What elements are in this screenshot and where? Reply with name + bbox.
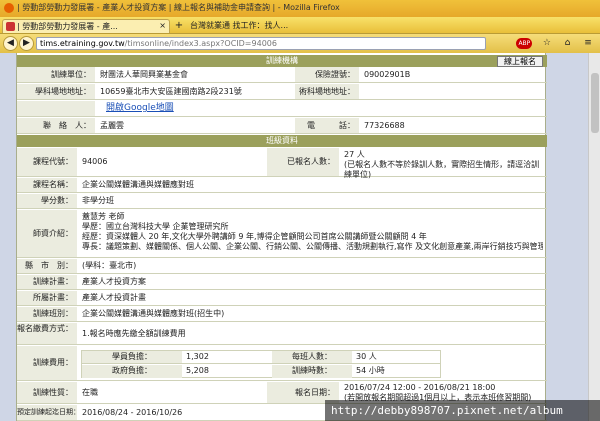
forward-button[interactable]: ▶ xyxy=(19,36,34,51)
teacher-specialty: 專長：議題策劃、媒體關係、個人公關、企業公關、行銷公關、公關傳播、活動規劃執行,… xyxy=(82,242,543,251)
unit-value: 財團法人華岡興業基金會 xyxy=(100,70,188,79)
row-class: 訓練班別： 企業公關媒體溝通與媒體應對班(招生中) xyxy=(17,307,547,322)
unit-label: 訓練單位： xyxy=(17,67,95,82)
hours-value: 54 小時 xyxy=(356,366,385,375)
teacher-label: 師資介紹： xyxy=(17,210,77,257)
row-unit: 訓練單位： 財團法人華岡興業基金會 保險證號： 09002901B xyxy=(17,67,547,83)
nature-label: 訓練性質： xyxy=(17,382,77,403)
payment-label: 報名繳費方式： xyxy=(17,323,77,344)
course-detail-panel: 訓練機構 線上報名 訓練單位： 財團法人華岡興業基金會 保險證號： 090029… xyxy=(16,53,547,421)
firefox-icon xyxy=(4,2,14,13)
row-course-name: 課程名稱： 企業公關媒體溝通與媒體應對班 xyxy=(17,178,547,193)
enrolled-label: 已報名人數： xyxy=(267,148,339,176)
adblock-icon[interactable]: ABP xyxy=(516,38,533,49)
course-code-value: 94006 xyxy=(82,157,108,166)
class-value: 企業公關媒體溝通與媒體應對班(招生中) xyxy=(82,309,225,318)
online-signup-button[interactable]: 線上報名 xyxy=(497,56,543,67)
window-titlebar: | 勞動部勞動力發展署 - 產業人才投資方案 | 線上報名與補助金申請查詢 | … xyxy=(0,0,600,17)
home-icon[interactable]: ⌂ xyxy=(561,38,573,49)
sub-plan-label: 所屬計畫： xyxy=(17,291,77,305)
period-value: 2016/08/24 - 2016/10/26 xyxy=(82,408,183,417)
teacher-education: 學歷：國立台灣科技大學 企業管理研究所 xyxy=(82,222,229,231)
teacher-experience: 經歷：資深媒體人 20 年,文化大學外聘講師 9 年,博得企管顧問公司首席公關講… xyxy=(82,232,427,241)
plan-label: 訓練計畫： xyxy=(17,275,77,289)
row-contact: 聯 絡 人： 孟麗雲 電 話： 77326688 xyxy=(17,118,547,134)
url-path: /timsonline/index3.aspx?OCID=94006 xyxy=(124,39,277,48)
fee-table: 學員負擔： 1,302 每班人數： 30 人 政府負擔： 5,208 訓練時數：… xyxy=(81,350,441,378)
course-name-label: 課程名稱： xyxy=(17,178,77,192)
hours-label: 訓練時數： xyxy=(272,365,352,378)
credits-label: 學分數： xyxy=(17,194,77,208)
teacher-intro: 蓋慧芳 老師 學歷：國立台灣科技大學 企業管理研究所 經歷：資深媒體人 20 年… xyxy=(77,210,543,252)
page-scrollbar[interactable] xyxy=(588,53,600,421)
gov-cost-value: 5,208 xyxy=(186,366,209,375)
row-map: 開啟Google地圖 xyxy=(17,101,547,117)
url-bar[interactable]: tims.etraining.gov.tw/timsonline/index3.… xyxy=(36,37,486,50)
gov-cost-label: 政府負擔： xyxy=(82,365,182,378)
insurance-label: 保險證號： xyxy=(295,67,359,82)
insurance-value: 09002901B xyxy=(364,70,411,79)
star-icon[interactable]: ☆ xyxy=(541,38,553,49)
url-domain: tims.etraining.gov.tw xyxy=(40,39,125,48)
class-address-label: 學科場地地址： xyxy=(17,84,95,99)
row-fee: 訓練費用： 學員負擔： 1,302 每班人數： 30 人 政府負擔： 5,208… xyxy=(17,346,547,381)
menu-icon[interactable]: ≡ xyxy=(582,38,594,49)
section-course-header: 班級資料 xyxy=(17,135,547,147)
tab-close-icon[interactable]: × xyxy=(159,21,166,30)
enrolled-value: 27 人 xyxy=(344,150,365,159)
student-cost-value: 1,302 xyxy=(182,351,272,364)
row-teacher: 師資介紹： 蓋慧芳 老師 學歷：國立台灣科技大學 企業管理研究所 經歷：資深媒體… xyxy=(17,210,547,258)
sub-plan-value: 產業人才投資計畫 xyxy=(82,293,146,302)
contact-label: 聯 絡 人： xyxy=(17,118,95,133)
student-cost-label: 學員負擔： xyxy=(82,351,182,364)
area-value: (學科：臺北市) xyxy=(82,261,137,270)
nature-value: 在職 xyxy=(82,388,98,397)
tab-bar: | 勞動部勞動力發展署 - 產... × + 台灣就業通 找工作：找人... xyxy=(0,17,600,34)
payment-value: 1.報名時應先繳全額訓練費用 xyxy=(82,329,186,338)
navigation-toolbar: ◀ ▶ tims.etraining.gov.tw/timsonline/ind… xyxy=(0,34,600,53)
site-favicon-icon xyxy=(6,22,15,31)
plan-value: 產業人才投資方案 xyxy=(82,277,146,286)
phone-label: 電 話： xyxy=(295,118,359,133)
enrolled-cell: 27 人 (已報名人數不等於錄訓人數，實際招生情形，請逕洽訓練單位) xyxy=(339,148,544,180)
scrollbar-thumb[interactable] xyxy=(591,73,599,133)
class-address-value: 10659臺北市大安區建國南路2段231號 xyxy=(100,87,242,96)
bookmark-item[interactable]: 台灣就業通 找工作：找人... xyxy=(190,20,288,31)
class-label: 訓練班別： xyxy=(17,307,77,321)
row-address: 學科場地地址： 10659臺北市大安區建國南路2段231號 術科場地地址： xyxy=(17,84,547,100)
class-size-value: 30 人 xyxy=(352,351,440,364)
contact-value: 孟麗雲 xyxy=(100,121,124,130)
section-course-title: 班級資料 xyxy=(266,136,298,145)
google-map-link[interactable]: 開啟Google地圖 xyxy=(101,101,301,116)
tech-address-label: 術科場地地址： xyxy=(295,84,359,99)
course-code-label: 課程代號： xyxy=(17,148,77,176)
fee-label: 訓練費用： xyxy=(17,346,77,380)
row-payment: 報名繳費方式： 1.報名時應先繳全額訓練費用 xyxy=(17,323,547,345)
tab-title: | 勞動部勞動力發展署 - 產... xyxy=(17,22,118,31)
row-code: 課程代號： 94006 已報名人數： 27 人 (已報名人數不等於錄訓人數，實際… xyxy=(17,148,547,180)
section-org-header: 訓練機構 線上報名 xyxy=(17,55,547,67)
row-area: 縣 市 別： (學科：臺北市) xyxy=(17,259,547,274)
page-content: 訓練機構 線上報名 訓練單位： 財團法人華岡興業基金會 保險證號： 090029… xyxy=(0,53,600,421)
phone-value: 77326688 xyxy=(364,121,405,130)
tab-active[interactable]: | 勞動部勞動力發展署 - 產... × xyxy=(2,19,170,33)
teacher-name: 蓋慧芳 老師 xyxy=(82,212,125,221)
signup-date-value: 2016/07/24 12:00 - 2016/08/21 18:00 xyxy=(344,383,496,392)
area-label: 縣 市 別： xyxy=(17,259,77,273)
map-label-cell xyxy=(17,101,95,116)
row-credits: 學分數： 非學分班 xyxy=(17,194,547,209)
class-size-label: 每班人數： xyxy=(272,351,352,364)
row-plan: 訓練計畫： 產業人才投資方案 xyxy=(17,275,547,290)
credits-value: 非學分班 xyxy=(82,196,114,205)
section-org-title: 訓練機構 xyxy=(266,56,298,65)
enrolled-note: (已報名人數不等於錄訓人數，實際招生情形，請逕洽訓練單位) xyxy=(344,160,540,179)
window-title: | 勞動部勞動力發展署 - 產業人才投資方案 | 線上報名與補助金申請查詢 | … xyxy=(17,3,340,12)
toolbar-icons: ABP ☆ ⌂ ≡ xyxy=(510,38,594,49)
back-button[interactable]: ◀ xyxy=(3,36,18,51)
course-name-value: 企業公關媒體溝通與媒體應對班 xyxy=(82,180,194,189)
period-label: 預定訓練起迄日期： xyxy=(17,405,77,420)
watermark-url: http://debby898707.pixnet.net/album xyxy=(325,400,600,421)
new-tab-button[interactable]: + xyxy=(172,20,186,32)
row-sub-plan: 所屬計畫： 產業人才投資計畫 xyxy=(17,291,547,306)
